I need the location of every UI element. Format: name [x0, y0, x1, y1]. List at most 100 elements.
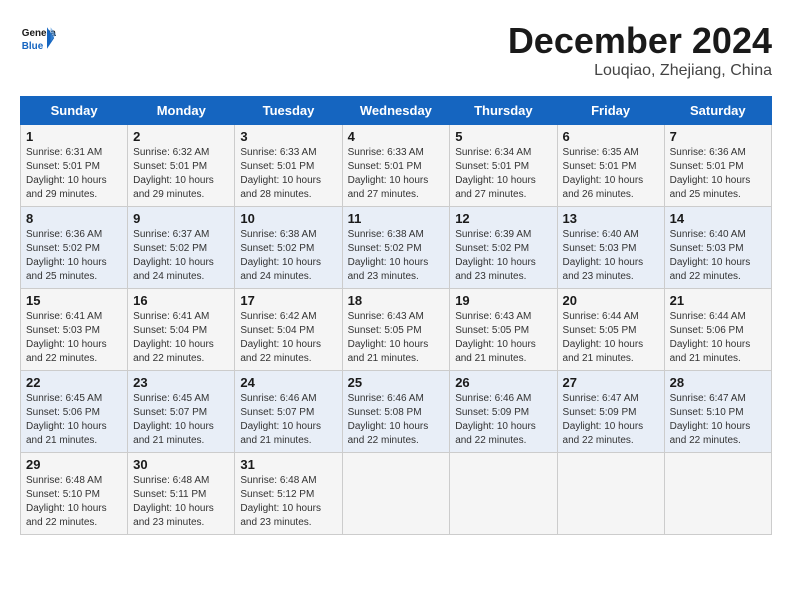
day-number: 6 [563, 129, 659, 144]
svg-text:Blue: Blue [22, 41, 44, 52]
day-info: Sunrise: 6:43 AM Sunset: 5:05 PM Dayligh… [348, 310, 445, 366]
day-number: 2 [133, 129, 229, 144]
day-number: 29 [26, 457, 122, 472]
page-header: General Blue December 2024 Louqiao, Zhej… [20, 20, 772, 80]
day-info: Sunrise: 6:34 AM Sunset: 5:01 PM Dayligh… [455, 146, 551, 202]
day-info: Sunrise: 6:38 AM Sunset: 5:02 PM Dayligh… [240, 228, 336, 284]
header-wednesday: Wednesday [342, 97, 450, 125]
day-info: Sunrise: 6:43 AM Sunset: 5:05 PM Dayligh… [455, 310, 551, 366]
day-number: 15 [26, 293, 122, 308]
day-info: Sunrise: 6:47 AM Sunset: 5:09 PM Dayligh… [563, 392, 659, 448]
day-number: 13 [563, 211, 659, 226]
day-number: 17 [240, 293, 336, 308]
calendar-header: SundayMondayTuesdayWednesdayThursdayFrid… [21, 97, 772, 125]
calendar-week-2: 8 Sunrise: 6:36 AM Sunset: 5:02 PM Daylig… [21, 207, 772, 289]
day-info: Sunrise: 6:40 AM Sunset: 5:03 PM Dayligh… [670, 228, 766, 284]
day-number: 11 [348, 211, 445, 226]
calendar-cell: 22Sunrise: 6:45 AM Sunset: 5:06 PM Dayli… [21, 371, 128, 453]
day-number: 7 [670, 129, 766, 144]
day-number: 18 [348, 293, 445, 308]
calendar-cell: 12Sunrise: 6:39 AM Sunset: 5:02 PM Dayli… [450, 207, 557, 289]
day-info: Sunrise: 6:48 AM Sunset: 5:10 PM Dayligh… [26, 474, 122, 530]
calendar-table: SundayMondayTuesdayWednesdayThursdayFrid… [20, 96, 772, 535]
calendar-week-5: 29 Sunrise: 6:48 AM Sunset: 5:10 PM Dayli… [21, 453, 772, 535]
day-info: Sunrise: 6:46 AM Sunset: 5:08 PM Dayligh… [348, 392, 445, 448]
day-info: Sunrise: 6:33 AM Sunset: 5:01 PM Dayligh… [348, 146, 445, 202]
day-info: Sunrise: 6:38 AM Sunset: 5:02 PM Dayligh… [348, 228, 445, 284]
calendar-cell: 8 Sunrise: 6:36 AM Sunset: 5:02 PM Daylig… [21, 207, 128, 289]
calendar-cell: 10 Sunrise: 6:38 AM Sunset: 5:02 PM Dayli… [235, 207, 342, 289]
day-info: Sunrise: 6:33 AM Sunset: 5:01 PM Dayligh… [240, 146, 336, 202]
day-number: 14 [670, 211, 766, 226]
calendar-cell: 5Sunrise: 6:34 AM Sunset: 5:01 PM Daylig… [450, 125, 557, 207]
day-number: 28 [670, 375, 766, 390]
calendar-cell: 19Sunrise: 6:43 AM Sunset: 5:05 PM Dayli… [450, 289, 557, 371]
calendar-cell: 6 Sunrise: 6:35 AM Sunset: 5:01 PM Daylig… [557, 125, 664, 207]
day-info: Sunrise: 6:37 AM Sunset: 5:02 PM Dayligh… [133, 228, 229, 284]
calendar-cell: 16Sunrise: 6:41 AM Sunset: 5:04 PM Dayli… [128, 289, 235, 371]
calendar-cell [664, 453, 771, 535]
calendar-cell: 11 Sunrise: 6:38 AM Sunset: 5:02 PM Dayli… [342, 207, 450, 289]
calendar-cell: 18 Sunrise: 6:43 AM Sunset: 5:05 PM Dayli… [342, 289, 450, 371]
day-number: 8 [26, 211, 122, 226]
header-row: SundayMondayTuesdayWednesdayThursdayFrid… [21, 97, 772, 125]
calendar-cell: 23Sunrise: 6:45 AM Sunset: 5:07 PM Dayli… [128, 371, 235, 453]
calendar-cell: 13Sunrise: 6:40 AM Sunset: 5:03 PM Dayli… [557, 207, 664, 289]
day-number: 4 [348, 129, 445, 144]
calendar-week-1: 1Sunrise: 6:31 AM Sunset: 5:01 PM Daylig… [21, 125, 772, 207]
day-number: 26 [455, 375, 551, 390]
day-number: 3 [240, 129, 336, 144]
day-number: 21 [670, 293, 766, 308]
logo-icon: General Blue [20, 20, 56, 56]
calendar-title: December 2024 [508, 20, 772, 62]
day-info: Sunrise: 6:46 AM Sunset: 5:09 PM Dayligh… [455, 392, 551, 448]
calendar-cell: 24Sunrise: 6:46 AM Sunset: 5:07 PM Dayli… [235, 371, 342, 453]
calendar-cell: 21 Sunrise: 6:44 AM Sunset: 5:06 PM Dayli… [664, 289, 771, 371]
day-number: 16 [133, 293, 229, 308]
day-number: 27 [563, 375, 659, 390]
header-thursday: Thursday [450, 97, 557, 125]
logo: General Blue [20, 20, 56, 56]
day-info: Sunrise: 6:46 AM Sunset: 5:07 PM Dayligh… [240, 392, 336, 448]
calendar-cell: 14 Sunrise: 6:40 AM Sunset: 5:03 PM Dayli… [664, 207, 771, 289]
day-info: Sunrise: 6:47 AM Sunset: 5:10 PM Dayligh… [670, 392, 766, 448]
title-block: December 2024 Louqiao, Zhejiang, China [508, 20, 772, 80]
day-info: Sunrise: 6:45 AM Sunset: 5:06 PM Dayligh… [26, 392, 122, 448]
calendar-cell [557, 453, 664, 535]
calendar-cell: 7 Sunrise: 6:36 AM Sunset: 5:01 PM Daylig… [664, 125, 771, 207]
day-info: Sunrise: 6:35 AM Sunset: 5:01 PM Dayligh… [563, 146, 659, 202]
day-info: Sunrise: 6:36 AM Sunset: 5:02 PM Dayligh… [26, 228, 122, 284]
day-info: Sunrise: 6:45 AM Sunset: 5:07 PM Dayligh… [133, 392, 229, 448]
calendar-week-4: 22Sunrise: 6:45 AM Sunset: 5:06 PM Dayli… [21, 371, 772, 453]
day-number: 30 [133, 457, 229, 472]
calendar-cell [450, 453, 557, 535]
day-info: Sunrise: 6:36 AM Sunset: 5:01 PM Dayligh… [670, 146, 766, 202]
calendar-cell: 29 Sunrise: 6:48 AM Sunset: 5:10 PM Dayli… [21, 453, 128, 535]
day-number: 10 [240, 211, 336, 226]
calendar-cell [342, 453, 450, 535]
day-number: 20 [563, 293, 659, 308]
calendar-cell: 30Sunrise: 6:48 AM Sunset: 5:11 PM Dayli… [128, 453, 235, 535]
calendar-subtitle: Louqiao, Zhejiang, China [508, 62, 772, 80]
header-monday: Monday [128, 97, 235, 125]
calendar-cell: 4 Sunrise: 6:33 AM Sunset: 5:01 PM Daylig… [342, 125, 450, 207]
day-info: Sunrise: 6:44 AM Sunset: 5:05 PM Dayligh… [563, 310, 659, 366]
calendar-cell: 9 Sunrise: 6:37 AM Sunset: 5:02 PM Daylig… [128, 207, 235, 289]
calendar-cell: 3 Sunrise: 6:33 AM Sunset: 5:01 PM Daylig… [235, 125, 342, 207]
day-number: 9 [133, 211, 229, 226]
day-number: 25 [348, 375, 445, 390]
calendar-cell: 15Sunrise: 6:41 AM Sunset: 5:03 PM Dayli… [21, 289, 128, 371]
calendar-cell: 17 Sunrise: 6:42 AM Sunset: 5:04 PM Dayli… [235, 289, 342, 371]
day-info: Sunrise: 6:42 AM Sunset: 5:04 PM Dayligh… [240, 310, 336, 366]
header-tuesday: Tuesday [235, 97, 342, 125]
day-number: 1 [26, 129, 122, 144]
day-info: Sunrise: 6:32 AM Sunset: 5:01 PM Dayligh… [133, 146, 229, 202]
calendar-week-3: 15Sunrise: 6:41 AM Sunset: 5:03 PM Dayli… [21, 289, 772, 371]
day-info: Sunrise: 6:44 AM Sunset: 5:06 PM Dayligh… [670, 310, 766, 366]
calendar-cell: 31Sunrise: 6:48 AM Sunset: 5:12 PM Dayli… [235, 453, 342, 535]
header-friday: Friday [557, 97, 664, 125]
day-info: Sunrise: 6:48 AM Sunset: 5:12 PM Dayligh… [240, 474, 336, 530]
calendar-cell: 25 Sunrise: 6:46 AM Sunset: 5:08 PM Dayli… [342, 371, 450, 453]
calendar-body: 1Sunrise: 6:31 AM Sunset: 5:01 PM Daylig… [21, 125, 772, 535]
calendar-cell: 28 Sunrise: 6:47 AM Sunset: 5:10 PM Dayli… [664, 371, 771, 453]
